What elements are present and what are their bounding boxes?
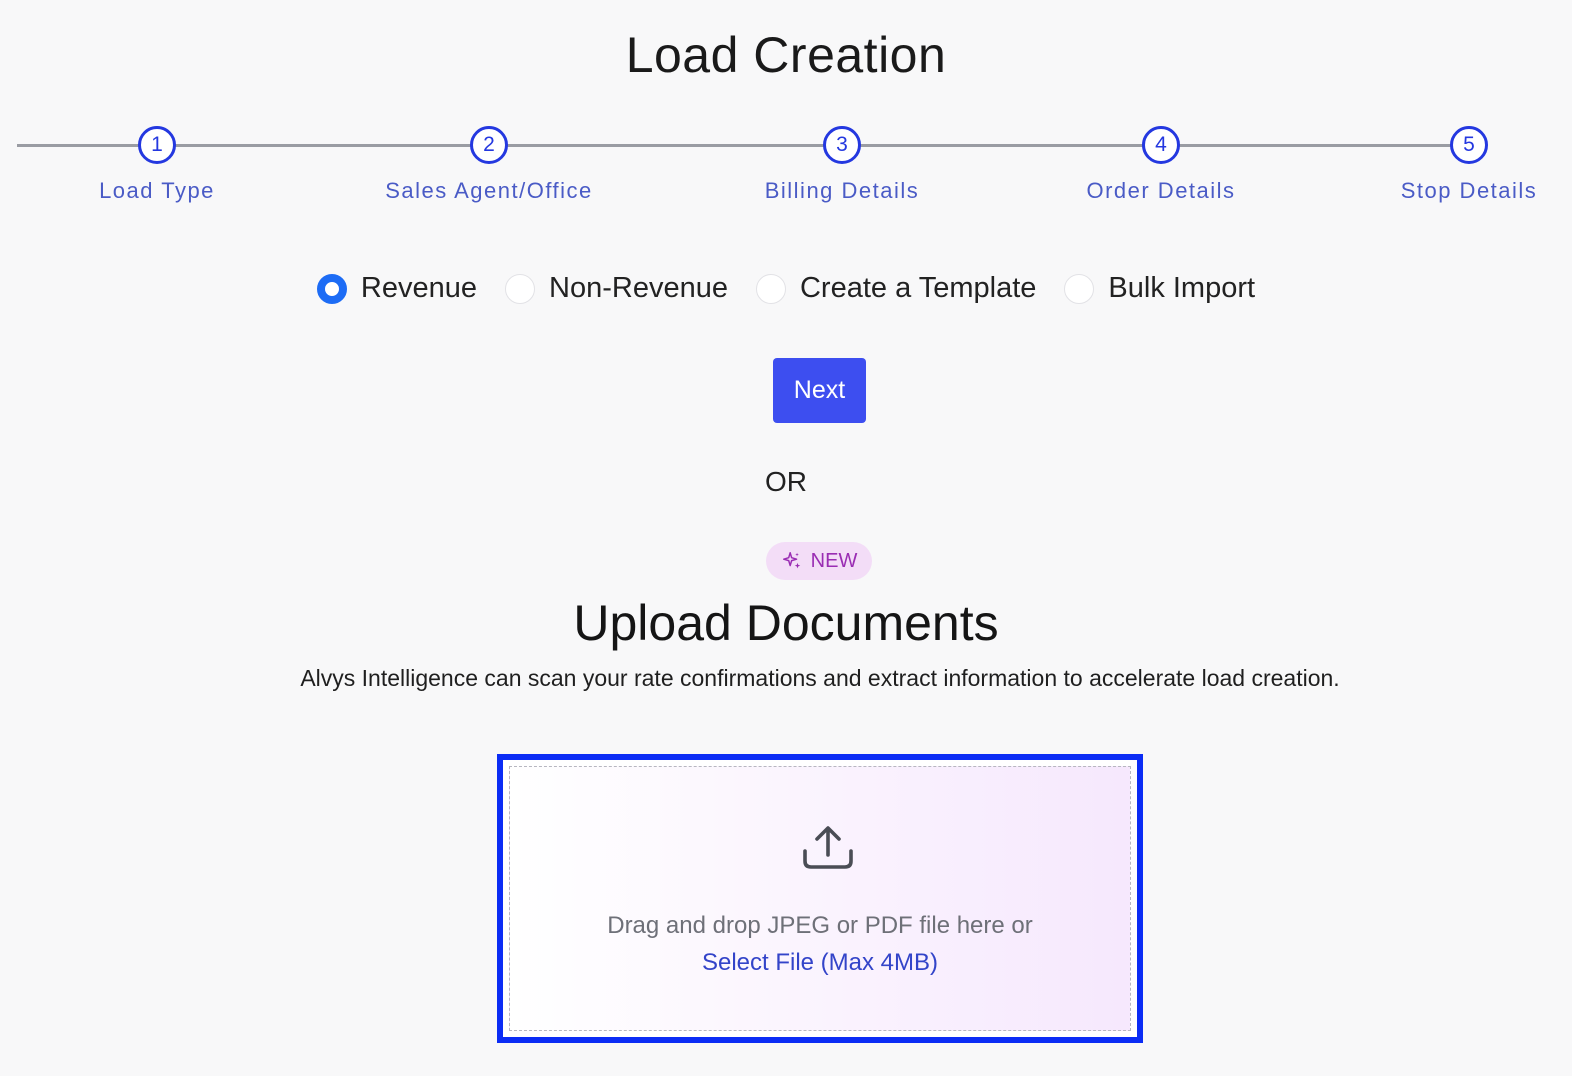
- file-drop-zone[interactable]: Drag and drop JPEG or PDF file here or S…: [509, 766, 1131, 1031]
- radio-label: Non-Revenue: [549, 272, 728, 304]
- step-sales-agent-office[interactable]: 2 Sales Agent/Office: [359, 126, 619, 204]
- step-number-circle: 1: [138, 126, 176, 164]
- or-divider-text: OR: [765, 466, 807, 497]
- upload-section-title: Upload Documents: [573, 595, 999, 651]
- step-label: Order Details: [1086, 178, 1236, 203]
- step-number-circle: 5: [1450, 126, 1488, 164]
- step-number-circle: 4: [1142, 126, 1180, 164]
- step-label: Sales Agent/Office: [385, 178, 593, 203]
- radio-button[interactable]: [1064, 273, 1095, 304]
- load-type-radio-group: Revenue Non-Revenue Create a Template Bu…: [0, 272, 1572, 305]
- badge-label: NEW: [810, 549, 858, 572]
- new-badge: NEW: [766, 542, 872, 580]
- step-label: Billing Details: [764, 178, 920, 203]
- step-load-type[interactable]: 1 Load Type: [27, 126, 287, 204]
- radio-label: Create a Template: [799, 272, 1037, 304]
- radio-option-bulk-import[interactable]: Bulk Import: [1064, 272, 1255, 305]
- step-order-details[interactable]: 4 Order Details: [1031, 126, 1291, 204]
- page-title: Load Creation: [625, 27, 947, 83]
- radio-label: Bulk Import: [1108, 272, 1256, 304]
- radio-option-create-template[interactable]: Create a Template: [755, 272, 1037, 305]
- drop-instructions: Drag and drop JPEG or PDF file here or S…: [510, 907, 1130, 981]
- upload-icon: [803, 826, 853, 869]
- progress-stepper: 1 Load Type 2 Sales Agent/Office 3 Billi…: [0, 120, 1572, 220]
- radio-button[interactable]: [505, 273, 536, 304]
- drop-text: Drag and drop JPEG or PDF file here or: [607, 912, 1033, 939]
- step-stop-details[interactable]: 5 Stop Details: [1339, 126, 1572, 204]
- select-file-link[interactable]: Select File (Max 4MB): [510, 944, 1130, 981]
- radio-option-non-revenue[interactable]: Non-Revenue: [505, 272, 728, 305]
- radio-button-checked[interactable]: [316, 273, 347, 304]
- step-number-circle: 3: [823, 126, 861, 164]
- sparkle-icon: [782, 552, 800, 569]
- radio-label: Revenue: [360, 272, 478, 304]
- step-billing-details[interactable]: 3 Billing Details: [712, 126, 972, 204]
- upload-description: Alvys Intelligence can scan your rate co…: [300, 665, 1340, 691]
- next-button[interactable]: Next: [773, 358, 866, 423]
- step-label: Stop Details: [1400, 178, 1538, 203]
- radio-button[interactable]: [755, 273, 786, 304]
- file-drop-zone-highlight[interactable]: Drag and drop JPEG or PDF file here or S…: [497, 754, 1143, 1043]
- radio-option-revenue[interactable]: Revenue: [316, 272, 478, 305]
- step-label: Load Type: [99, 178, 215, 203]
- step-number-circle: 2: [470, 126, 508, 164]
